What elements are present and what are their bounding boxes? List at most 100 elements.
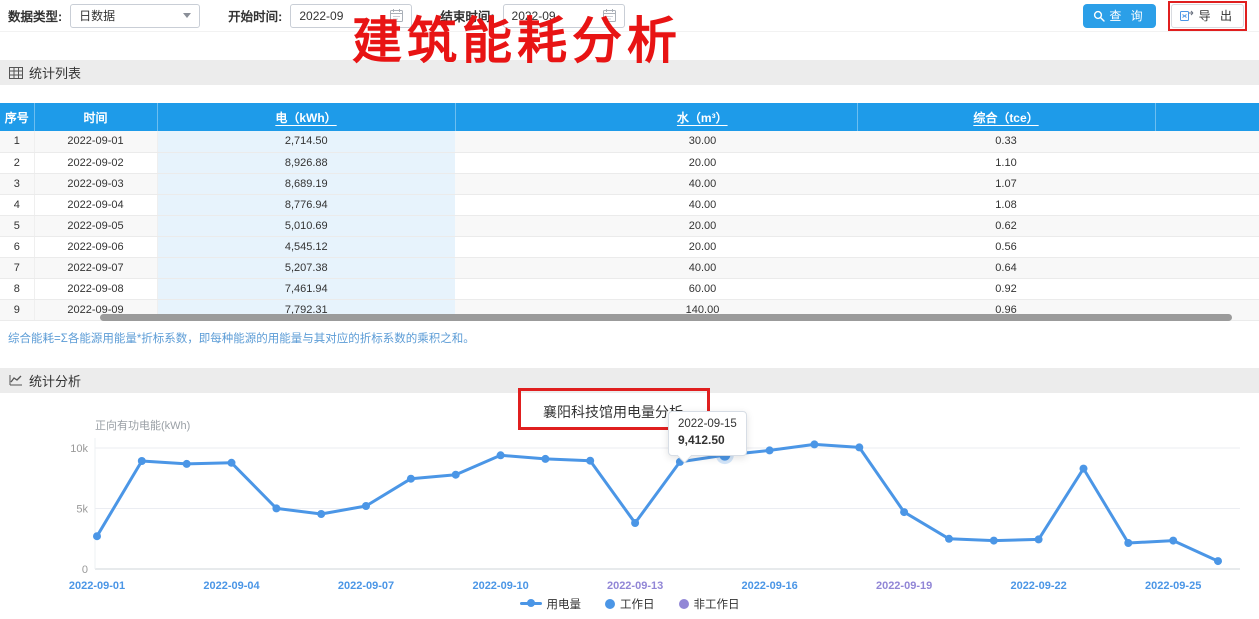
- table-cell: 2022-09-01: [34, 131, 157, 152]
- query-button[interactable]: 查 询: [1083, 4, 1155, 28]
- table-cell: [455, 194, 548, 215]
- data-point: [810, 440, 818, 448]
- table-cell: [455, 173, 548, 194]
- table-cell: 0.64: [857, 257, 1155, 278]
- table-icon: [9, 67, 23, 79]
- table-cell: 2022-09-04: [34, 194, 157, 215]
- table-cell: 40.00: [548, 257, 857, 278]
- chart-tooltip: 2022-09-15 9,412.50: [668, 411, 747, 456]
- table-cell: [1155, 236, 1259, 257]
- data-type-label: 数据类型:: [8, 6, 62, 25]
- table-cell: 0.92: [857, 278, 1155, 299]
- table-cell: 8: [0, 278, 34, 299]
- line-marker-icon: [520, 602, 542, 605]
- table-cell: 40.00: [548, 173, 857, 194]
- table-cell: 7,461.94: [157, 278, 455, 299]
- y-tick-label: 0: [82, 564, 88, 576]
- table-cell: [1155, 257, 1259, 278]
- tooltip-value: 9,412.50: [678, 432, 737, 449]
- x-tick-label: 2022-09-04: [203, 580, 260, 592]
- data-point: [407, 474, 415, 482]
- table-cell: 1.07: [857, 173, 1155, 194]
- table-cell: 2022-09-02: [34, 152, 157, 173]
- water-sort-link[interactable]: 水（m³）: [677, 111, 728, 125]
- data-point: [541, 454, 549, 462]
- table-row: 32022-09-038,689.1940.001.07: [0, 173, 1259, 194]
- electricity-usage-chart[interactable]: 襄阳科技馆用电量分析 2022-09-15 9,412.50 正向有功电能(kW…: [0, 393, 1259, 619]
- data-point: [900, 508, 908, 516]
- table-cell: 2: [0, 152, 34, 173]
- legend-item-usage[interactable]: 用电量: [520, 596, 582, 612]
- table-cell: [1155, 278, 1259, 299]
- legend-item-nonworkday[interactable]: 非工作日: [679, 596, 740, 612]
- electricity-sort-link[interactable]: 电（kWh）: [275, 111, 336, 125]
- y-tick-label: 5k: [76, 503, 88, 515]
- data-type-group: 数据类型: 日数据: [8, 4, 200, 28]
- table-row: 42022-09-048,776.9440.001.08: [0, 194, 1259, 215]
- comprehensive-sort-link[interactable]: 综合（tce）: [973, 111, 1038, 125]
- column-header-time: 时间: [34, 103, 157, 131]
- x-tick-label: 2022-09-07: [338, 580, 394, 592]
- table-cell: [455, 278, 548, 299]
- table-cell: 8,776.94: [157, 194, 455, 215]
- data-point: [497, 451, 505, 459]
- table-cell: 6: [0, 236, 34, 257]
- table-cell: [1155, 152, 1259, 173]
- data-point: [990, 536, 998, 544]
- data-point: [855, 443, 863, 451]
- data-point: [272, 504, 280, 512]
- legend-label-workday: 工作日: [620, 596, 655, 612]
- legend-label-usage: 用电量: [547, 596, 582, 612]
- data-point: [1080, 464, 1088, 472]
- table-cell: 1.10: [857, 152, 1155, 173]
- table-cell: 2022-09-06: [34, 236, 157, 257]
- export-annotation-box: 导 出: [1168, 1, 1247, 31]
- table-cell: 8,689.19: [157, 173, 455, 194]
- column-header-index: 序号: [0, 103, 34, 131]
- dot-marker-icon: [679, 599, 689, 609]
- legend-item-workday[interactable]: 工作日: [605, 596, 655, 612]
- table-cell: 0.62: [857, 215, 1155, 236]
- table-cell: 8,926.88: [157, 152, 455, 173]
- y-tick-label: 10k: [70, 443, 88, 455]
- table-cell: 2022-09-07: [34, 257, 157, 278]
- search-icon: [1093, 10, 1105, 22]
- x-tick-label: 2022-09-22: [1010, 580, 1066, 592]
- chevron-down-icon: [183, 13, 191, 18]
- x-tick-label: 2022-09-01: [69, 580, 125, 592]
- column-header-comprehensive: 综合（tce）: [857, 103, 1155, 131]
- x-tick-label: 2022-09-16: [741, 580, 797, 592]
- table-cell: 4: [0, 194, 34, 215]
- horizontal-scrollbar[interactable]: [100, 314, 1232, 321]
- data-point: [1035, 535, 1043, 543]
- table-cell: 2022-09-08: [34, 278, 157, 299]
- table-cell: 4,545.12: [157, 236, 455, 257]
- table-cell: [455, 215, 548, 236]
- data-type-value: 日数据: [79, 7, 115, 24]
- annotation-big-title: 建筑能耗分析: [352, 16, 682, 66]
- data-point: [452, 470, 460, 478]
- usage-line: [97, 444, 1218, 561]
- table-header-row: 序号 时间 电（kWh） 水（m³） 综合（tce）: [0, 103, 1259, 131]
- table-scrollbar-track: [0, 314, 1259, 321]
- table-cell: 40.00: [548, 194, 857, 215]
- table-cell: [1155, 131, 1259, 152]
- data-point: [631, 519, 639, 527]
- table-row: 52022-09-055,010.6920.000.62: [0, 215, 1259, 236]
- table-cell: 0.56: [857, 236, 1155, 257]
- data-type-select[interactable]: 日数据: [70, 4, 200, 28]
- data-point: [586, 456, 594, 464]
- x-tick-label: 2022-09-10: [472, 580, 528, 592]
- table-cell: 3: [0, 173, 34, 194]
- query-button-label: 查 询: [1109, 7, 1145, 24]
- dot-marker-icon: [605, 599, 615, 609]
- tooltip-date: 2022-09-15: [678, 416, 737, 433]
- table-cell: [455, 257, 548, 278]
- export-button[interactable]: 导 出: [1171, 4, 1244, 28]
- table-cell: [455, 131, 548, 152]
- table-cell: 20.00: [548, 215, 857, 236]
- legend-label-nonworkday: 非工作日: [694, 596, 740, 612]
- table-cell: 60.00: [548, 278, 857, 299]
- column-header-electricity: 电（kWh）: [157, 103, 455, 131]
- data-point: [766, 446, 774, 454]
